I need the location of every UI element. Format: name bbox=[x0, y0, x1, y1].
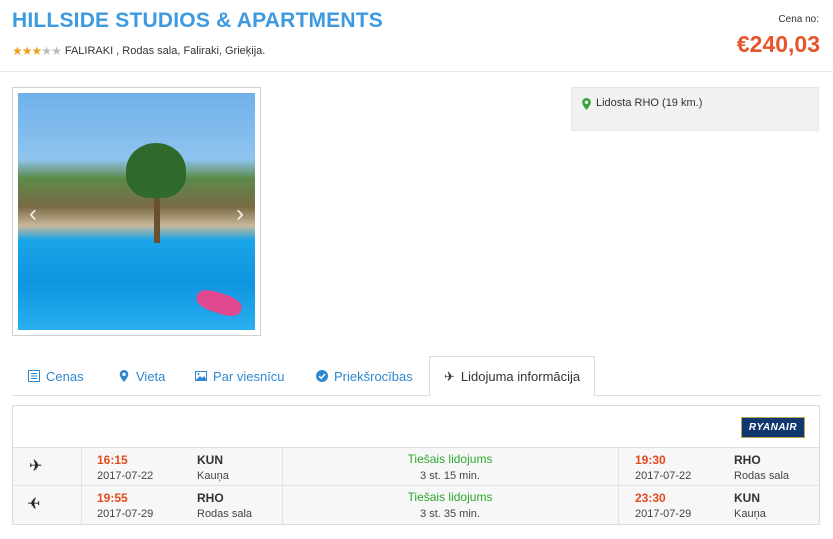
photo-gallery: ‹ › bbox=[12, 87, 261, 336]
airport-distance-box: Lidosta RHO (19 km.) bbox=[571, 87, 819, 131]
flight-duration: 3 st. 15 min. bbox=[420, 470, 480, 482]
arrival-city: Kauņa bbox=[734, 508, 766, 520]
arrival-date: 2017-07-29 bbox=[635, 508, 692, 520]
departure-city: Kauņa bbox=[197, 470, 229, 482]
departure-code: RHO bbox=[197, 491, 224, 505]
map-pin-icon bbox=[119, 370, 129, 382]
departure-date: 2017-07-29 bbox=[97, 508, 154, 520]
departure-time: 16:15 bbox=[97, 453, 128, 467]
tab-par-viesnicu-label: Par viesnīcu bbox=[213, 368, 285, 384]
arrival-time: 23:30 bbox=[635, 491, 666, 505]
list-icon bbox=[28, 370, 40, 382]
image-icon bbox=[195, 371, 207, 381]
price-value: €240,03 bbox=[736, 31, 820, 57]
departure-code: KUN bbox=[197, 453, 223, 467]
tab-cenas[interactable]: Cenas bbox=[28, 356, 84, 396]
tab-prieksrocibas-label: Priekšrocības bbox=[334, 368, 413, 384]
departure-city: Rodas sala bbox=[197, 508, 253, 520]
tab-par-viesnicu[interactable]: Par viesnīcu bbox=[195, 356, 285, 396]
tab-vieta-label: Vieta bbox=[136, 368, 166, 384]
star-icon: ★ bbox=[12, 44, 23, 58]
star-empty-icon: ★ bbox=[41, 44, 52, 58]
pool-float bbox=[194, 286, 244, 320]
check-circle-icon bbox=[316, 370, 328, 382]
plane-departure-icon: ✈ bbox=[29, 458, 43, 475]
price-label: Cena no: bbox=[778, 14, 819, 25]
arrival-date: 2017-07-22 bbox=[635, 470, 692, 482]
departure-time: 19:55 bbox=[97, 491, 128, 505]
tab-cenas-label: Cenas bbox=[46, 368, 84, 384]
tab-lidojuma-label: Lidojuma informācija bbox=[460, 369, 581, 384]
divider bbox=[618, 448, 619, 485]
tab-prieksrocibas[interactable]: Priekšrocības bbox=[316, 356, 413, 396]
flight-row: ✈ 16:15 2017-07-22 KUN Kauņa Tiešais lid… bbox=[13, 448, 819, 486]
star-rating: ★★★★★ bbox=[12, 44, 62, 58]
star-icon: ★ bbox=[21, 44, 33, 58]
tab-lidojuma-informacija[interactable]: ✈ Lidojuma informācija bbox=[429, 356, 596, 397]
star-empty-icon: ★ bbox=[51, 44, 62, 58]
hotel-location: FALIRAKI , Rodas sala, Faliraki, Grieķij… bbox=[64, 45, 266, 57]
divider bbox=[618, 486, 619, 524]
header-divider bbox=[0, 71, 833, 72]
hotel-photo: ‹ › bbox=[18, 93, 255, 330]
hotel-title: HILLSIDE STUDIOS & APARTMENTS bbox=[12, 9, 383, 32]
plane-return-icon: ✈ bbox=[27, 496, 41, 513]
flight-type: Tiešais lidojums bbox=[407, 452, 493, 466]
arrival-time: 19:30 bbox=[635, 453, 666, 467]
flight-duration: 3 st. 35 min. bbox=[420, 508, 480, 520]
arrival-code: RHO bbox=[734, 453, 761, 467]
flight-row: ✈ 19:55 2017-07-29 RHO Rodas sala Tiešai… bbox=[13, 486, 819, 524]
airline-logo: RYANAIR bbox=[741, 417, 805, 438]
airline-row: RYANAIR bbox=[13, 406, 819, 448]
map-pin-icon bbox=[582, 98, 591, 110]
flights-table: RYANAIR ✈ 16:15 2017-07-22 KUN Kauņa Tie… bbox=[12, 405, 820, 525]
departure-date: 2017-07-22 bbox=[97, 470, 154, 482]
plane-icon: ✈ bbox=[444, 368, 455, 384]
tab-vieta[interactable]: Vieta bbox=[118, 356, 165, 396]
hotel-subline: ★★★★★ FALIRAKI , Rodas sala, Faliraki, G… bbox=[12, 44, 265, 58]
airport-distance-text: Lidosta RHO (19 km.) bbox=[596, 97, 703, 109]
arrival-city: Rodas sala bbox=[734, 470, 790, 482]
arrival-code: KUN bbox=[734, 491, 760, 505]
star-icon: ★ bbox=[31, 44, 43, 58]
gallery-prev-arrow-icon[interactable]: ‹ bbox=[24, 201, 42, 227]
palm-leaves bbox=[126, 143, 186, 198]
divider bbox=[81, 486, 82, 524]
divider bbox=[81, 448, 82, 485]
gallery-next-arrow-icon[interactable]: › bbox=[231, 201, 249, 227]
flight-type: Tiešais lidojums bbox=[407, 490, 493, 504]
hotel-tabs: Cenas Vieta Par viesnīcu Priekšrocības ✈… bbox=[12, 356, 821, 397]
